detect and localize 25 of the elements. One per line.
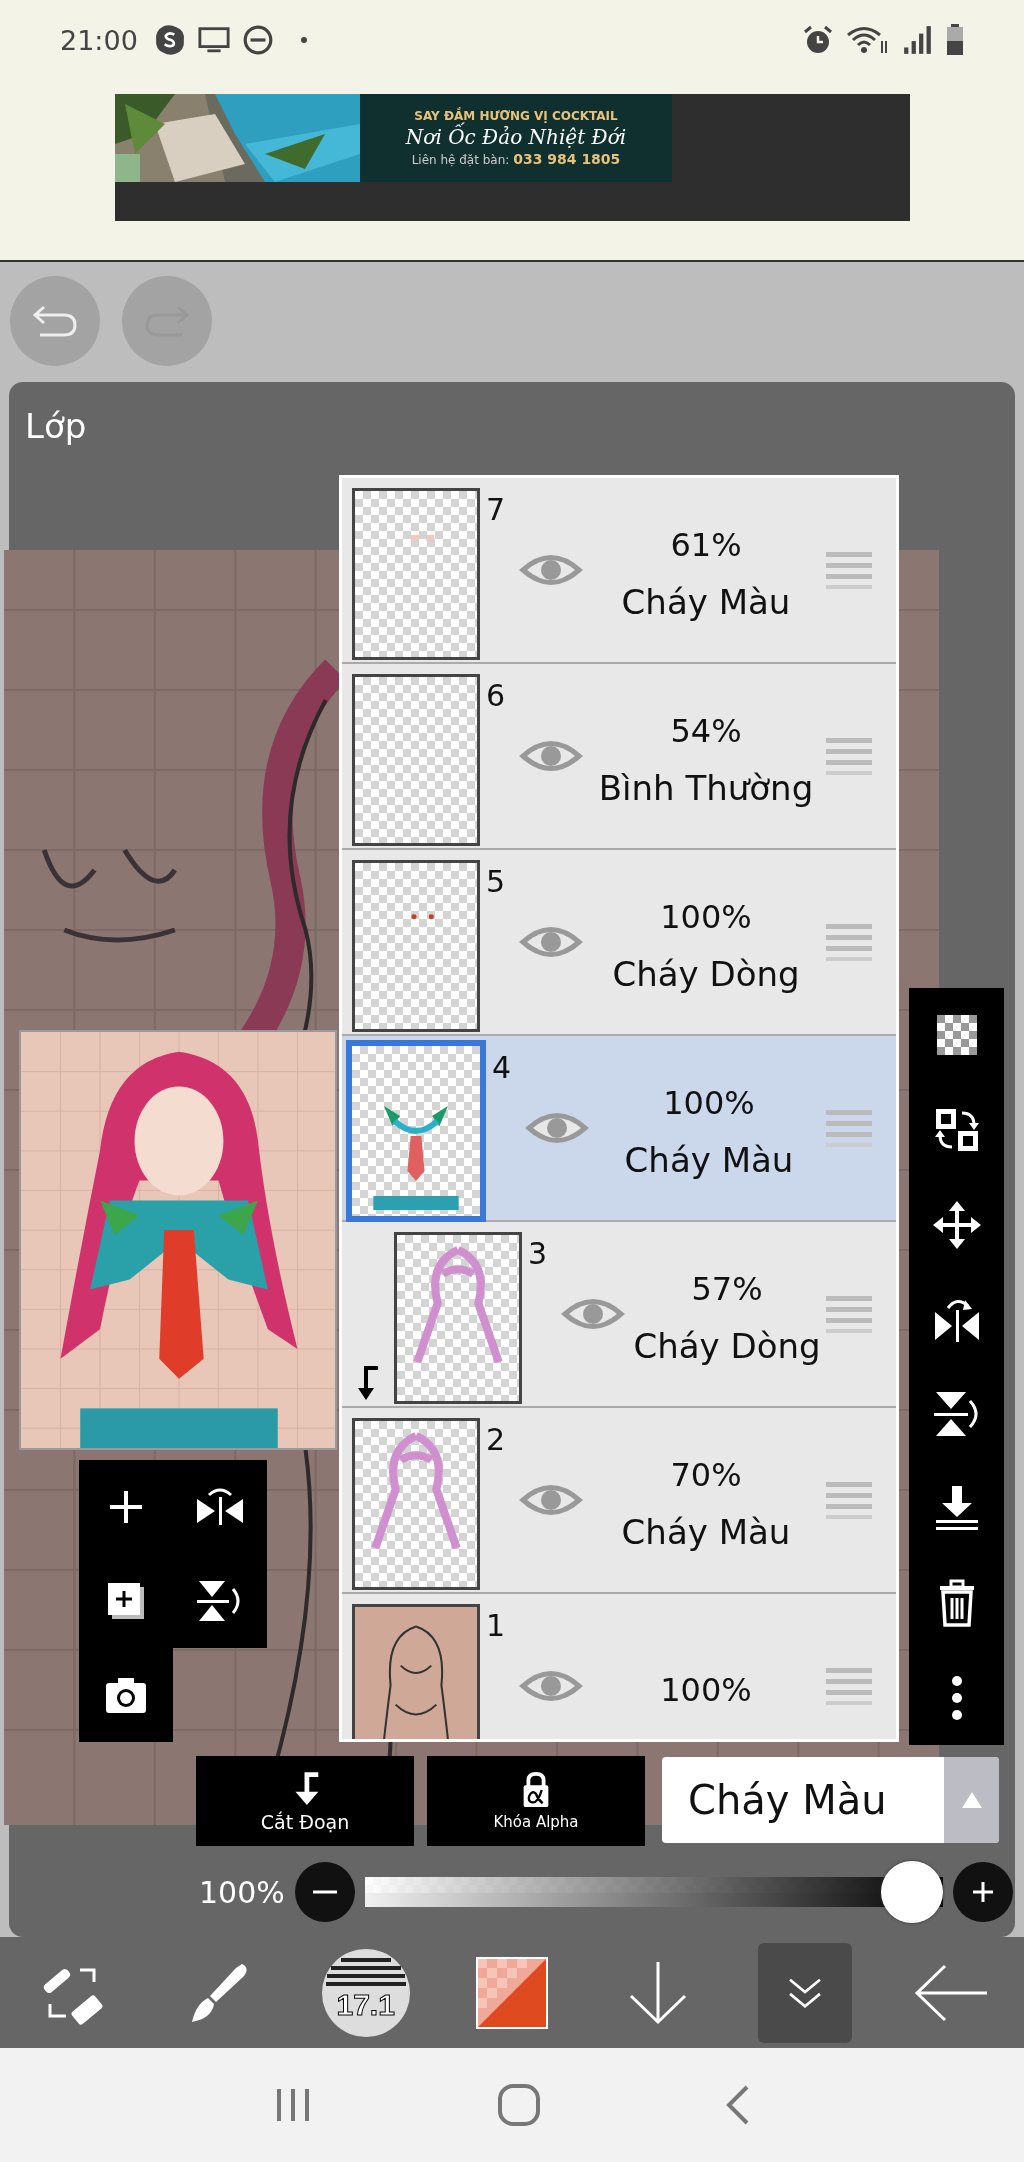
caret-icon bbox=[959, 1790, 984, 1810]
color-swatch-icon bbox=[476, 1956, 548, 2029]
opacity-reading: 100% bbox=[199, 1874, 285, 1910]
brush-tip-icon bbox=[320, 1947, 411, 2038]
status-time: 21:00 bbox=[60, 24, 138, 56]
more-icon bbox=[950, 1674, 963, 1721]
wifi-icon bbox=[846, 24, 890, 56]
do-not-disturb-icon bbox=[241, 24, 274, 56]
collapse-tool-button[interactable] bbox=[757, 1942, 852, 2043]
brush-size-value: 17.1 bbox=[335, 1987, 396, 2022]
alarm-icon bbox=[802, 24, 834, 56]
notification-dot-icon bbox=[299, 36, 308, 44]
chat-app-icon bbox=[153, 24, 186, 56]
move-icon bbox=[931, 1199, 982, 1250]
panel-title: Lớp bbox=[25, 406, 87, 446]
ad-contact: Liên hệ đặt bàn: 033 984 1805 bbox=[411, 151, 621, 167]
home-icon[interactable] bbox=[497, 2083, 541, 2127]
battery-icon bbox=[946, 24, 964, 56]
increase-button[interactable] bbox=[953, 1862, 1013, 1922]
ad-headline: SAY ĐẮM HƯƠNG VỊ COCKTAIL bbox=[414, 109, 618, 123]
layer-number: 7 bbox=[486, 492, 507, 529]
minus-icon bbox=[312, 1890, 337, 1894]
signal-icon bbox=[902, 24, 934, 56]
slider-thumb[interactable] bbox=[881, 1861, 943, 1923]
ad-banner[interactable]: SAY ĐẮM HƯƠNG VỊ COCKTAIL Nơi Ốc Đảo Nhiệt Đới Liên hệ đặt bàn: 033 984 1805 bbox=[115, 94, 910, 221]
